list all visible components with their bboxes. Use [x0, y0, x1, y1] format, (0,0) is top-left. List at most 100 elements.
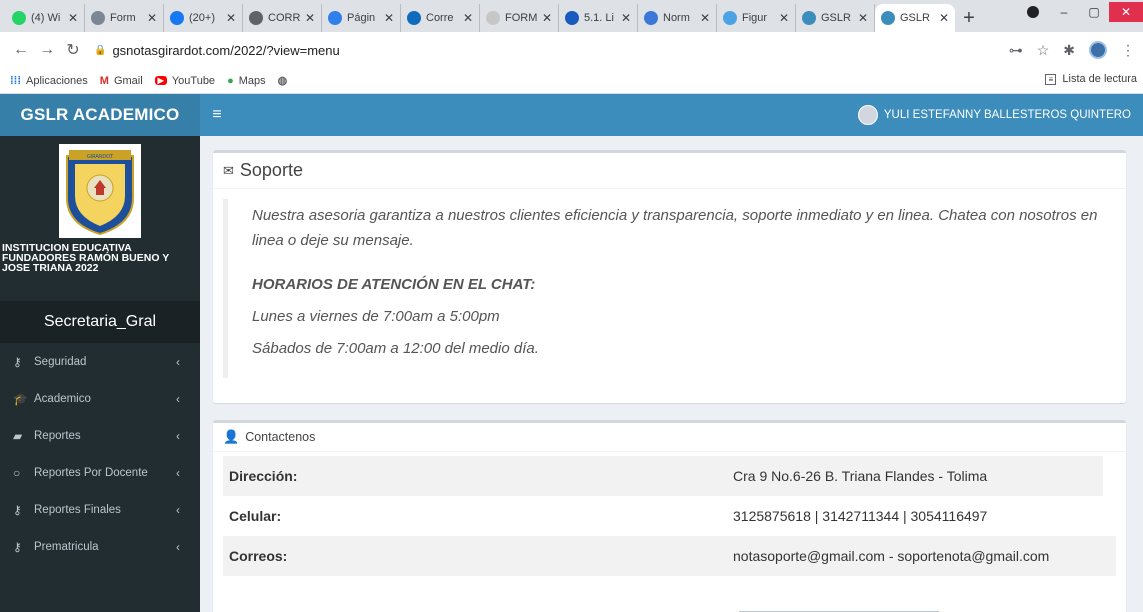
tab-title: Form — [110, 12, 136, 24]
bookmark-globe[interactable]: ◍ — [278, 74, 293, 87]
close-tab-icon[interactable]: ✕ — [305, 11, 315, 25]
maximize-button[interactable]: ▢ — [1079, 5, 1109, 19]
close-tab-icon[interactable]: ✕ — [939, 11, 949, 25]
bookmark-label: Gmail — [113, 74, 143, 87]
close-tab-icon[interactable]: ✕ — [779, 11, 789, 25]
tab-favicon-icon — [644, 11, 658, 25]
row-label: Correos: — [229, 548, 288, 564]
extensions-icon[interactable]: ✱ — [1063, 42, 1075, 59]
profile-avatar[interactable] — [1089, 41, 1107, 59]
tab-favicon-icon — [723, 11, 737, 25]
sidebar-item-reportes-por-docente[interactable]: ○ Reportes Por Docente ‹ — [0, 454, 200, 491]
tab-favicon-icon — [802, 11, 816, 25]
sidebar-toggle-icon[interactable]: ≡ — [202, 106, 232, 124]
bookmark-maps[interactable]: ● Maps — [227, 75, 266, 87]
close-tab-icon[interactable]: ✕ — [700, 11, 710, 25]
sidebar-menu: ⚷ Seguridad ‹ 🎓 Academico ‹ ▰ Reportes ‹ ○ Reporte… — [0, 343, 200, 565]
maps-icon: ● — [227, 74, 234, 87]
app-root: GSLR ACADEMICO GIRARDOT INSTITUCION EDUC… — [0, 94, 1143, 612]
url-bar[interactable]: 🔒 gsnotasgirardot.com/2022/?view=menu — [94, 43, 1009, 58]
sidebar-item-reportes-finales[interactable]: ⚷ Reportes Finales ‹ — [0, 491, 200, 528]
close-tab-icon[interactable]: ✕ — [621, 11, 631, 25]
contact-box: 👤 Contactenos Dirección: Cra 9 No.6-26 B… — [213, 420, 1126, 612]
hours-weekdays: Lunes a viernes de 7:00am a 5:00pm — [252, 308, 500, 325]
browser-tab[interactable]: Págin ✕ — [322, 4, 401, 32]
bookmark-apps[interactable]: ⁞⁞⁞ Aplicaciones — [10, 75, 88, 87]
bookmark-youtube[interactable]: ▶ YouTube — [154, 74, 216, 87]
tab-favicon-icon — [249, 11, 263, 25]
close-tab-icon[interactable]: ✕ — [542, 11, 552, 25]
tab-list: (4) Wi ✕ Form ✕ (20+) ✕ CORR ✕ Págin ✕ Corre ✕ FORM ✕… — [6, 4, 955, 32]
support-intro: Nuestra asesoria garantiza a nuestros cl… — [252, 207, 1098, 249]
close-tab-icon[interactable]: ✕ — [147, 11, 157, 25]
sidebar-item-prematricula[interactable]: ⚷ Prematricula ‹ — [0, 528, 200, 565]
browser-tab[interactable]: CORR ✕ — [243, 4, 322, 32]
tab-title: Págin — [347, 12, 376, 24]
back-button[interactable]: ← — [8, 41, 34, 59]
chevron-left-icon: ‹ — [176, 428, 180, 443]
sidebar-item-label: Prematricula — [34, 540, 99, 553]
chevron-left-icon: ‹ — [176, 391, 180, 406]
user-name: YULI ESTEFANNY BALLESTEROS QUINTERO — [883, 109, 1131, 121]
chevron-left-icon: ‹ — [176, 465, 180, 480]
globe-icon: ◍ — [277, 75, 288, 87]
bookmark-label: Maps — [238, 74, 266, 87]
new-tab-button[interactable]: + — [955, 4, 983, 32]
top-navbar: ≡ YULI ESTEFANNY BALLESTEROS QUINTERO — [200, 94, 1143, 136]
browser-menu-icon[interactable]: ⋮ — [1121, 42, 1135, 59]
bookmark-star-icon[interactable]: ☆ — [1037, 42, 1050, 59]
browser-tab[interactable]: (4) Wi ✕ — [6, 4, 85, 32]
close-window-button[interactable]: ✕ — [1109, 2, 1143, 22]
bookmark-gmail[interactable]: M Gmail — [100, 75, 143, 87]
browser-tab[interactable]: 5.1. Li ✕ — [559, 4, 638, 32]
tab-title: 5.1. Li — [584, 12, 614, 24]
support-box: ✉ Soporte Nuestra asesoria garantiza a n… — [213, 150, 1126, 403]
row-label: Celular: — [229, 508, 282, 524]
browser-tab[interactable]: Norm ✕ — [638, 4, 717, 32]
tab-favicon-icon — [486, 11, 500, 25]
window-controls: – ▢ ✕ — [1027, 0, 1143, 24]
tab-favicon-icon — [407, 11, 421, 25]
minimize-button[interactable]: – — [1049, 5, 1079, 19]
sidebar-item-reportes[interactable]: ▰ Reportes ‹ — [0, 417, 200, 454]
close-tab-icon[interactable]: ✕ — [226, 11, 236, 25]
bookmarks-bar: ⁞⁞⁞ Aplicaciones M Gmail ▶ YouTube ● Map… — [0, 68, 1143, 94]
close-tab-icon[interactable]: ✕ — [463, 11, 473, 25]
close-tab-icon[interactable]: ✕ — [384, 11, 394, 25]
reload-button[interactable]: ↻ — [60, 40, 86, 60]
contact-title: Contactenos — [245, 430, 316, 444]
toolbar-actions: ⊶ ☆ ✱ ⋮ — [1009, 41, 1135, 59]
table-row: Correos: notasoporte@gmail.com - soporte… — [223, 536, 1116, 576]
key-icon: ⚷ — [13, 502, 22, 517]
address-toolbar: ← → ↻ 🔒 gsnotasgirardot.com/2022/?view=m… — [0, 32, 1143, 68]
reading-list-button[interactable]: ≡ Lista de lectura — [1045, 73, 1137, 85]
key-icon[interactable]: ⊶ — [1009, 42, 1023, 59]
key-icon: ⚷ — [13, 539, 22, 554]
brand-logo[interactable]: GSLR ACADEMICO — [0, 94, 200, 136]
browser-tab[interactable]: GSLR ✕ — [875, 4, 955, 32]
user-avatar — [857, 105, 878, 125]
user-role: Secretaria_Gral — [0, 301, 200, 343]
close-tab-icon[interactable]: ✕ — [68, 11, 78, 25]
browser-tab[interactable]: GSLR ✕ — [796, 4, 875, 32]
hours-title: HORARIOS DE ATENCIÓN EN EL CHAT: — [252, 276, 536, 293]
browser-tab[interactable]: (20+) ✕ — [164, 4, 243, 32]
crest-caption: GIRARDOT — [87, 154, 114, 160]
browser-tab[interactable]: Figur ✕ — [717, 4, 796, 32]
browser-tab[interactable]: Form ✕ — [85, 4, 164, 32]
sidebar-item-seguridad[interactable]: ⚷ Seguridad ‹ — [0, 343, 200, 380]
profile-indicator-icon[interactable] — [1027, 6, 1039, 18]
user-icon: 👤 — [223, 429, 240, 444]
bookmark-label: YouTube — [171, 74, 216, 87]
user-menu[interactable]: YULI ESTEFANNY BALLESTEROS QUINTERO — [857, 105, 1131, 125]
browser-tab[interactable]: Corre ✕ — [401, 4, 480, 32]
tab-title: GSLR — [821, 12, 851, 24]
browser-tab[interactable]: FORM ✕ — [480, 4, 559, 32]
close-tab-icon[interactable]: ✕ — [858, 11, 868, 25]
forward-button[interactable]: → — [34, 41, 60, 59]
tab-favicon-icon — [170, 11, 184, 25]
reading-list-label: Lista de lectura — [1062, 73, 1137, 85]
sidebar-item-academico[interactable]: 🎓 Academico ‹ — [0, 380, 200, 417]
tab-favicon-icon — [881, 11, 895, 25]
tab-title: (4) Wi — [31, 12, 61, 24]
